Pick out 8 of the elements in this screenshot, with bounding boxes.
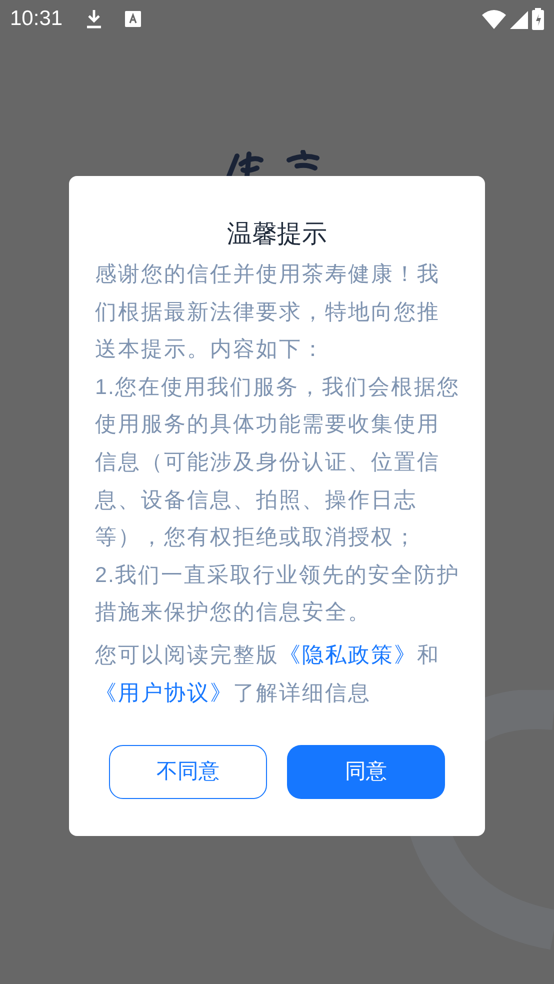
- policy-paragraph: 您可以阅读完整版《隐私政策》和 《用户协议》了解详细信息: [95, 642, 441, 707]
- agree-button[interactable]: 同意: [287, 744, 445, 799]
- policy-link[interactable]: 《用户协议》: [95, 680, 233, 705]
- notice-paragraph: 感谢您的信任并使用茶寿健康！我们根据最新法律要求，特地向您推送本提示。内容如下： 1.您在使用我们服务，我们会根据您使用服务的具体功能需要收集使用信息（可能涉及身份认证、位置信息、设备信息、拍照、操作日志等），您有权拒绝或取消授权； 2.我们一直采取行业领先的安全防护措施来保护您的信息安全。: [95, 261, 461, 626]
- disagree-button[interactable]: 不同意: [109, 744, 267, 799]
- status-time: 10:31: [10, 6, 63, 32]
- policy-link[interactable]: 《隐私政策》: [279, 642, 417, 667]
- dialog-title: 温馨提示: [226, 219, 328, 250]
